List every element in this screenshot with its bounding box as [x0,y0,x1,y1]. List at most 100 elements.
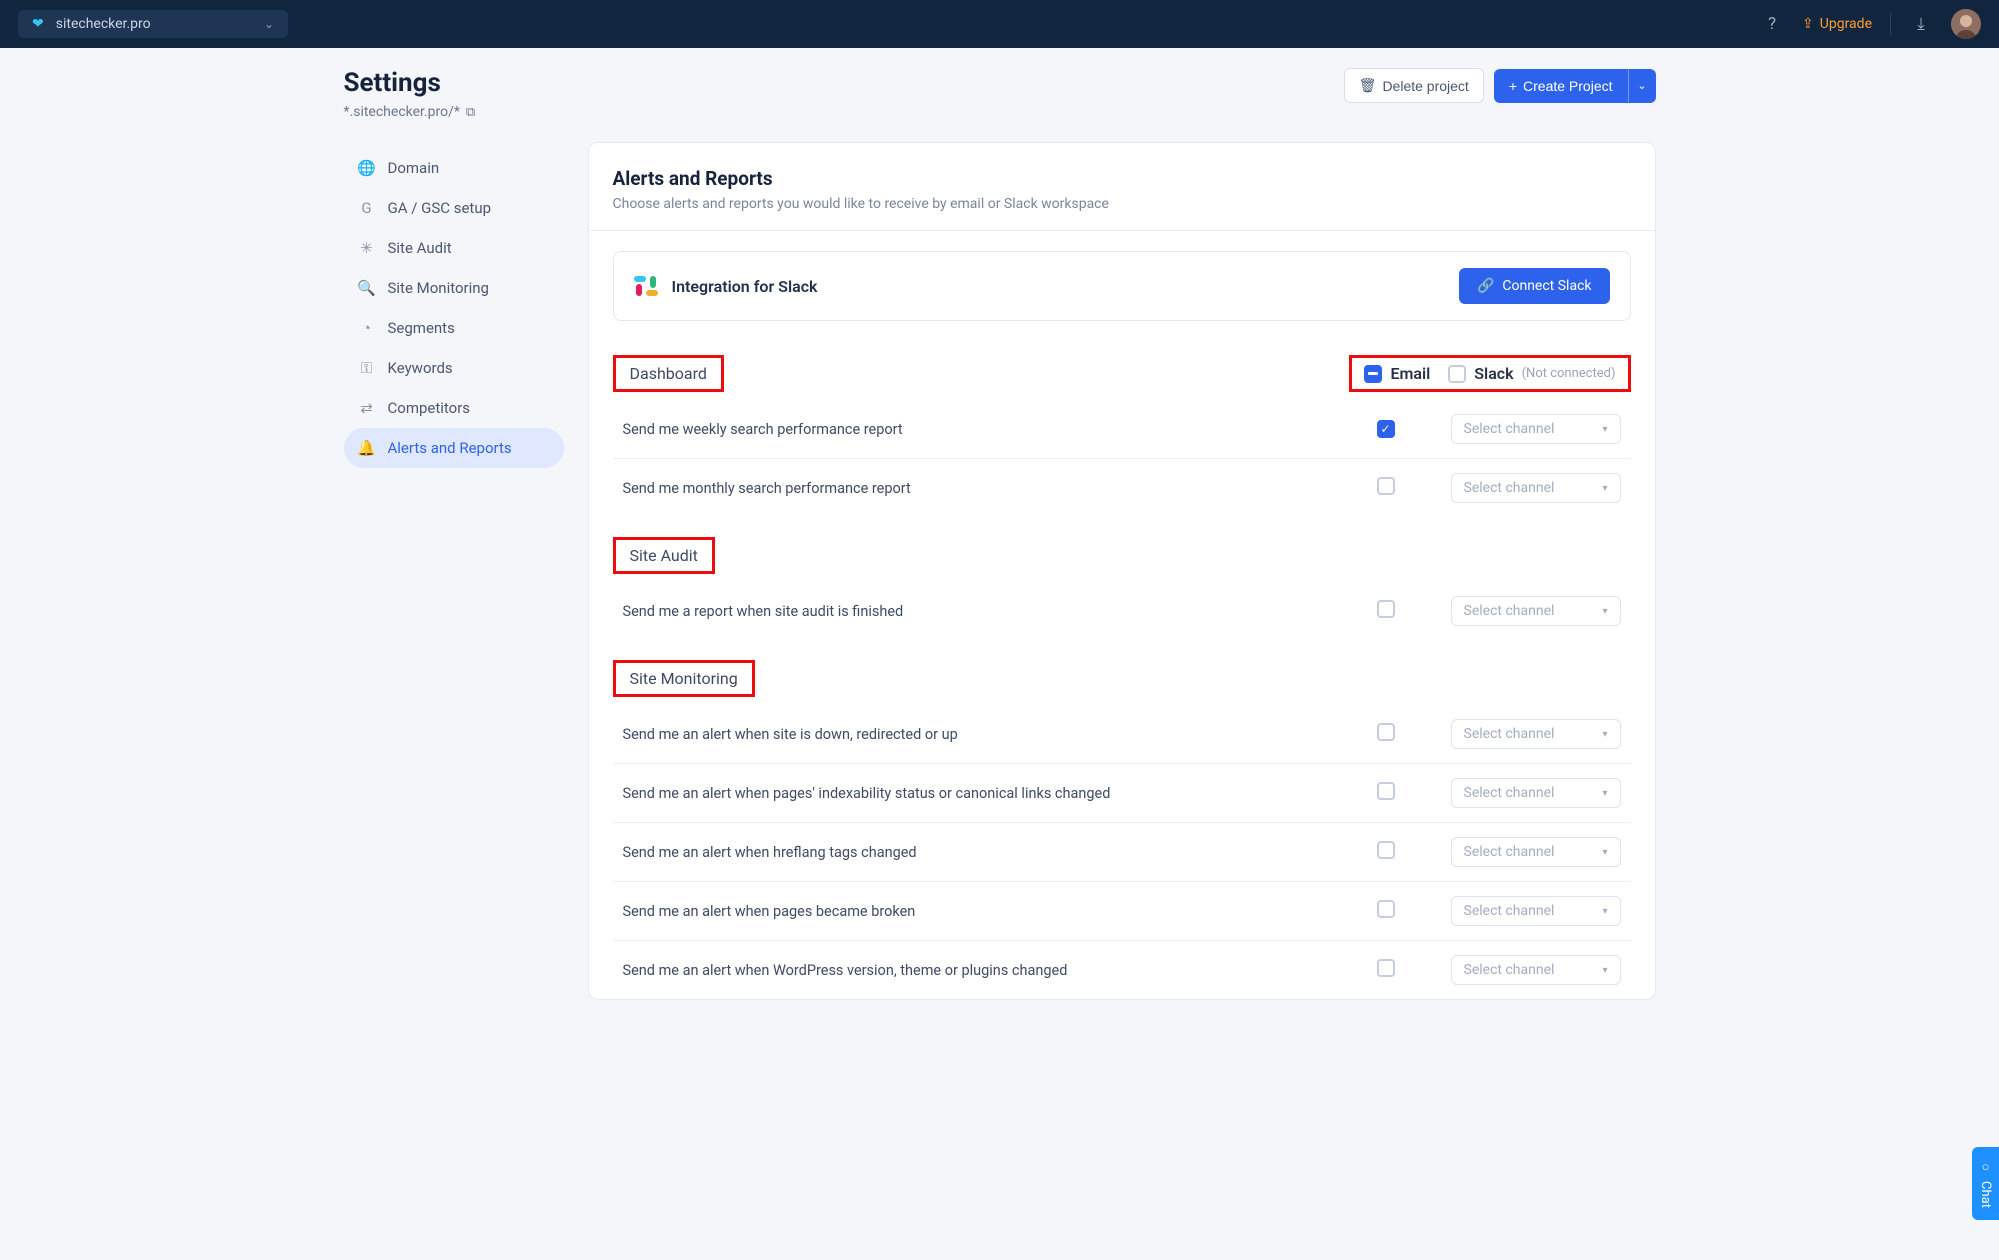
plus-icon: + [1509,78,1517,94]
chevron-down-icon: ▾ [1602,483,1607,494]
alert-row: Send me an alert when site is down, redi… [613,705,1631,764]
nav-label: Keywords [388,359,453,377]
trash-icon: 🗑 [1359,77,1377,94]
sidebar-item-ga-gsc-setup[interactable]: GGA / GSC setup [344,188,564,228]
download-icon[interactable]: ⤓ [1909,12,1933,36]
chevron-down-icon: ⌄ [264,17,274,31]
slack-channel-select[interactable]: Select channel ▾ [1451,473,1621,503]
alert-text: Send me an alert when WordPress version,… [613,941,1331,1000]
email-master-checkbox[interactable] [1364,365,1382,383]
slack-channel-select[interactable]: Select channel ▾ [1451,778,1621,808]
nav-icon: G [358,199,376,217]
slack-channel-select[interactable]: Select channel ▾ [1451,955,1621,985]
alert-row: Send me monthly search performance repor… [613,459,1631,518]
slack-status: (Not connected) [1522,366,1616,381]
separator [589,230,1655,231]
email-checkbox[interactable] [1377,723,1395,741]
external-link-icon: ⧉ [466,105,475,120]
nav-icon: ⇄ [358,399,376,417]
sidebar-item-domain[interactable]: 🌐Domain [344,148,564,188]
nav-icon: 🔔 [358,439,376,457]
slack-channel-select[interactable]: Select channel ▾ [1451,896,1621,926]
section-description: Choose alerts and reports you would like… [613,196,1631,212]
alert-text: Send me an alert when hreflang tags chan… [613,823,1331,882]
email-checkbox[interactable] [1377,782,1395,800]
email-checkbox[interactable] [1377,600,1395,618]
sidebar-item-site-audit[interactable]: ✳ Site Audit [344,228,564,268]
select-placeholder: Select channel [1464,844,1555,860]
sidebar-item-keywords[interactable]: ⚿ Keywords [344,348,564,388]
select-placeholder: Select channel [1464,421,1555,437]
alert-row: Send me weekly search performance report… [613,400,1631,459]
email-checkbox[interactable] [1377,959,1395,977]
nav-label: Competitors [388,399,471,417]
alert-row: Send me a report when site audit is fini… [613,582,1631,640]
sidebar-item-segments[interactable]: ◔ Segments [344,308,564,348]
email-checkbox[interactable] [1377,900,1395,918]
delete-project-button[interactable]: 🗑 Delete project [1344,68,1484,103]
nav-label: Domain [388,159,440,177]
slack-master-checkbox[interactable] [1448,365,1466,383]
nav-label: Site Audit [388,239,452,257]
group-heading-label: Site Monitoring [630,669,738,688]
connect-slack-label: Connect Slack [1502,278,1591,294]
page-title: Settings [344,68,476,98]
page-subtitle[interactable]: *.sitechecker.pro/* ⧉ [344,104,476,120]
project-switcher[interactable]: ❤ sitechecker.pro ⌄ [18,10,288,38]
content-card: Alerts and Reports Choose alerts and rep… [588,142,1656,1000]
avatar[interactable] [1951,9,1981,39]
chevron-down-icon: ▾ [1602,906,1607,917]
upgrade-link[interactable]: ⇪ Upgrade [1802,16,1872,32]
chat-label: Chat [1978,1181,1993,1208]
nav-icon: ◔ [358,319,376,337]
settings-sidebar: 🌐DomainGGA / GSC setup ✳ Site Audit 🔍Site M… [344,142,564,468]
alert-text: Send me an alert when pages became broke… [613,882,1331,941]
slack-channel-select[interactable]: Select channel ▾ [1451,837,1621,867]
nav-icon: ✳ [358,239,376,257]
slack-channel-select[interactable]: Select channel ▾ [1451,719,1621,749]
sidebar-item-alerts-and-reports[interactable]: 🔔 Alerts and Reports [344,428,564,468]
create-project-dropdown[interactable]: ⌄ [1628,69,1656,103]
delete-project-label: Delete project [1382,78,1468,94]
slack-channel-select[interactable]: Select channel ▾ [1451,414,1621,444]
alert-text: Send me a report when site audit is fini… [613,582,1331,640]
group-heading-label: Site Audit [630,546,698,565]
slack-channel-select[interactable]: Select channel ▾ [1451,596,1621,626]
nav-label: Segments [388,319,455,337]
link-icon: 🔗 [1477,278,1494,294]
email-checkbox[interactable] [1377,477,1395,495]
chevron-down-icon: ▾ [1602,965,1607,976]
alert-row: Send me an alert when pages became broke… [613,882,1631,941]
chevron-down-icon: ▾ [1602,729,1607,740]
chat-tab[interactable]: Chat [1972,1147,1999,1220]
group-heading-dashboard: Dashboard [613,355,724,392]
create-project-button[interactable]: + Create Project [1494,69,1628,103]
email-column-label: Email [1390,364,1430,383]
email-checkbox[interactable]: ✓ [1377,420,1395,438]
slack-integration-card: Integration for Slack 🔗 Connect Slack [613,251,1631,321]
create-project-label: Create Project [1523,78,1612,94]
nav-label: Alerts and Reports [388,439,512,457]
select-placeholder: Select channel [1464,480,1555,496]
sidebar-item-site-monitoring[interactable]: 🔍Site Monitoring [344,268,564,308]
nav-icon: ⚿ [358,359,376,377]
group-heading-dashboard-label: Dashboard [630,364,707,383]
select-placeholder: Select channel [1464,603,1555,619]
alert-text: Send me an alert when pages' indexabilit… [613,764,1331,823]
column-header: Email Slack (Not connected) [1349,355,1630,392]
sidebar-item-competitors[interactable]: ⇄ Competitors [344,388,564,428]
chevron-down-icon: ▾ [1602,847,1607,858]
select-placeholder: Select channel [1464,785,1555,801]
page-subtitle-text: *.sitechecker.pro/* [344,104,460,120]
slack-integration-title: Integration for Slack [672,277,818,296]
alert-row: Send me an alert when WordPress version,… [613,941,1631,1000]
chevron-down-icon: ▾ [1602,424,1607,435]
select-placeholder: Select channel [1464,726,1555,742]
slack-icon [634,274,658,298]
connect-slack-button[interactable]: 🔗 Connect Slack [1459,268,1610,304]
chevron-down-icon: ▾ [1602,606,1607,617]
select-placeholder: Select channel [1464,962,1555,978]
email-checkbox[interactable] [1377,841,1395,859]
alert-row: Send me an alert when pages' indexabilit… [613,764,1631,823]
help-icon[interactable]: ? [1760,12,1784,36]
